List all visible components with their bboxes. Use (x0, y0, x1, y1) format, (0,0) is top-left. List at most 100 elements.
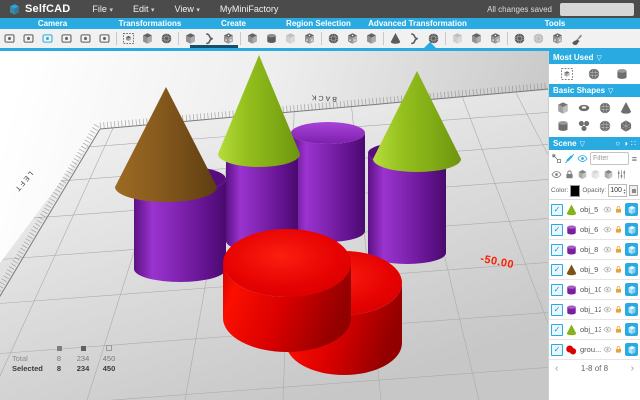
lock-icon[interactable] (614, 205, 623, 214)
circle-icon[interactable]: ○ (615, 139, 620, 148)
checkbox[interactable]: ✓ (551, 243, 563, 256)
isolate-button[interactable] (625, 323, 638, 336)
eye-icon[interactable] (603, 285, 612, 294)
object-row-obj_10[interactable]: ✓ obj_10 (549, 280, 640, 300)
object-obj_10[interactable] (291, 122, 365, 242)
checkbox[interactable]: ✓ (551, 263, 563, 276)
toolbar-button-9[interactable] (157, 30, 176, 47)
color-swatch[interactable] (570, 184, 581, 197)
toolbar-button-19[interactable] (362, 30, 381, 47)
toolbar-button-13[interactable] (243, 30, 262, 47)
tab-transformations[interactable]: Transformations (105, 18, 195, 29)
checkbox[interactable]: ✓ (551, 203, 563, 216)
toolbar-button-26[interactable] (510, 30, 529, 47)
tab-tools[interactable]: Tools (470, 18, 640, 29)
toolbar-button-3-active[interactable] (38, 30, 57, 47)
grid-dots-icon[interactable]: ∷ (631, 139, 636, 148)
isolate-button[interactable] (625, 283, 638, 296)
toolbar-button-28[interactable] (548, 30, 567, 47)
tab-region-selection[interactable]: Region Selection (272, 18, 365, 29)
cube-icon[interactable] (603, 169, 614, 180)
checkbox[interactable]: ✓ (551, 223, 563, 236)
spinner-arrows-icon[interactable]: ▴ ▾ (623, 187, 625, 194)
eye-icon[interactable] (551, 169, 562, 180)
cylinder-icon[interactable] (615, 67, 629, 81)
tab-camera[interactable]: Camera (0, 18, 105, 29)
sphere-icon[interactable] (598, 101, 612, 115)
object-row-obj_9[interactable]: ✓ obj_9 (549, 260, 640, 280)
toolbar-button-1[interactable] (0, 30, 19, 47)
toolbar-button-20[interactable] (386, 30, 405, 47)
object-row-obj_8[interactable]: ✓ obj_8 (549, 240, 640, 260)
panel-scene[interactable]: Scene ▽ ○ ◑ ∷ (549, 137, 640, 150)
toolbar-button-16[interactable] (300, 30, 319, 47)
isolate-button[interactable] (625, 303, 638, 316)
nodes-icon[interactable] (551, 153, 562, 164)
eye-icon[interactable] (603, 305, 612, 314)
collapse-triangle-icon[interactable]: ▽ (580, 140, 585, 148)
menu-myminifactory[interactable]: MyMiniFactory (220, 4, 279, 14)
panel-basic-shapes[interactable]: Basic Shapes ▽ (549, 84, 640, 97)
toolbar-button-4[interactable] (57, 30, 76, 47)
object-row-group[interactable]: ✓ grou... (549, 340, 640, 360)
object-row-obj_13[interactable]: ✓ obj_13 (549, 320, 640, 340)
menu-edit[interactable]: Edit ▾ (133, 4, 155, 14)
lock-icon[interactable] (614, 325, 623, 334)
eye-icon[interactable] (603, 225, 612, 234)
opacity-stepper[interactable]: 100 ▴ ▾ (608, 184, 628, 197)
object-row-obj_12[interactable]: ✓ obj_12 (549, 300, 640, 320)
polyhedron-icon[interactable] (619, 119, 633, 133)
lock-icon[interactable] (614, 265, 623, 274)
collapse-triangle-icon[interactable]: ▽ (608, 87, 613, 95)
material-button[interactable] (629, 185, 638, 196)
cube-solid-icon[interactable] (577, 169, 588, 180)
toolbar-button-7[interactable] (119, 30, 138, 47)
tab-create[interactable]: Create (195, 18, 272, 29)
isolate-button[interactable] (625, 223, 638, 236)
object-row-obj_5[interactable]: ✓ obj_5 (549, 200, 640, 220)
marquee-select-icon[interactable] (560, 67, 574, 81)
checkbox[interactable]: ✓ (551, 323, 563, 336)
lock-icon[interactable] (614, 345, 623, 354)
torus-icon[interactable] (577, 101, 591, 115)
cube-icon[interactable] (556, 101, 570, 115)
toolbar-button-14[interactable] (262, 30, 281, 47)
lock-icon[interactable] (614, 285, 623, 294)
prev-page-button[interactable]: ‹ (555, 363, 558, 374)
sort-icon[interactable]: ≡ (631, 154, 638, 164)
toolbar-button-5[interactable] (76, 30, 95, 47)
eye-icon[interactable] (603, 245, 612, 254)
checkbox[interactable]: ✓ (551, 283, 563, 296)
tab-advanced-transformation[interactable]: Advanced Transformation (365, 18, 470, 29)
toolbar-button-6[interactable] (95, 30, 114, 47)
eye-icon[interactable] (603, 325, 612, 334)
toolbar-button-29[interactable] (567, 30, 586, 47)
isolate-button[interactable] (625, 343, 638, 356)
toolbar-button-8[interactable] (138, 30, 157, 47)
toolbar-button-23[interactable] (448, 30, 467, 47)
checkbox[interactable]: ✓ (551, 303, 563, 316)
sliders-icon[interactable] (616, 169, 627, 180)
checkbox[interactable]: ✓ (551, 343, 563, 356)
eye-icon[interactable] (603, 265, 612, 274)
cube-ghost-icon[interactable] (590, 169, 601, 180)
filter-input[interactable] (590, 152, 629, 165)
toolbar-button-27[interactable] (529, 30, 548, 47)
toolbar-button-2[interactable] (19, 30, 38, 47)
eye-icon[interactable] (603, 345, 612, 354)
lock-icon[interactable] (614, 305, 623, 314)
isolate-button[interactable] (625, 263, 638, 276)
isolate-button[interactable] (625, 203, 638, 216)
isolate-button[interactable] (625, 243, 638, 256)
lock-icon[interactable] (564, 169, 575, 180)
half-circle-icon[interactable]: ◑ (623, 139, 628, 148)
menu-file[interactable]: File ▾ (92, 4, 113, 14)
lock-icon[interactable] (614, 245, 623, 254)
object-row-obj_6[interactable]: ✓ obj_6 (549, 220, 640, 240)
menu-view[interactable]: View ▾ (175, 4, 200, 14)
sphere-icon[interactable] (598, 119, 612, 133)
panel-most-used[interactable]: Most Used ▽ (549, 51, 640, 64)
collapse-triangle-icon[interactable]: ▽ (596, 54, 601, 62)
object-obj_5[interactable] (218, 55, 300, 167)
eye-icon[interactable] (577, 153, 588, 164)
